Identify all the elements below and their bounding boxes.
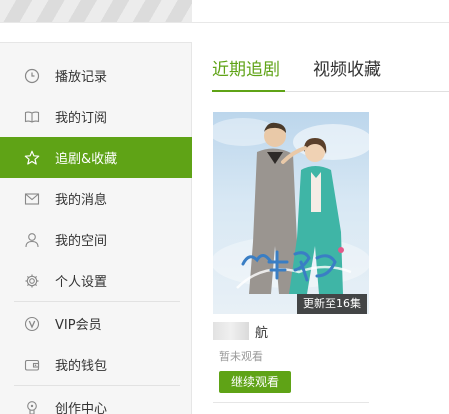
mail-icon bbox=[24, 191, 40, 207]
sidebar-item-label: 创作中心 bbox=[55, 402, 108, 414]
drama-poster[interactable]: 更新至16集 bbox=[213, 112, 369, 314]
wallet-icon bbox=[24, 357, 40, 373]
sidebar-divider bbox=[14, 385, 180, 386]
sidebar-top-border bbox=[0, 42, 192, 43]
sidebar-item-label: 播放记录 bbox=[55, 70, 108, 85]
watch-status: 暂未观看 bbox=[219, 350, 263, 363]
sidebar-item-label: VIP会员 bbox=[55, 318, 102, 333]
sidebar-item-wallet[interactable]: 我的钱包 bbox=[0, 344, 192, 385]
book-icon bbox=[24, 109, 40, 125]
sidebar-item-creator[interactable]: 创作中心 bbox=[0, 387, 192, 414]
star-icon bbox=[24, 150, 40, 166]
sidebar-item-history[interactable]: 播放记录 bbox=[0, 55, 192, 96]
poster-artwork bbox=[213, 118, 369, 294]
sidebar-item-vip[interactable]: VIP会员 bbox=[0, 303, 192, 344]
drama-title[interactable]: 航 bbox=[255, 322, 268, 341]
person-icon bbox=[24, 232, 40, 248]
sidebar-item-label: 我的消息 bbox=[55, 193, 108, 208]
update-badge: 更新至16集 bbox=[297, 294, 367, 314]
gear-icon bbox=[24, 273, 40, 289]
top-banner-decor bbox=[0, 0, 192, 22]
tab-recent-dramas[interactable]: 近期追剧 bbox=[212, 55, 280, 80]
sidebar-item-label: 我的空间 bbox=[55, 234, 108, 249]
sidebar-item-label: 我的订阅 bbox=[55, 111, 108, 126]
top-divider bbox=[0, 22, 449, 23]
sidebar-item-messages[interactable]: 我的消息 bbox=[0, 178, 192, 219]
sidebar-item-settings[interactable]: 个人设置 bbox=[0, 260, 192, 301]
sidebar-item-label: 追剧&收藏 bbox=[55, 152, 118, 167]
top-banner bbox=[0, 0, 449, 22]
sidebar-item-label: 个人设置 bbox=[55, 275, 108, 290]
sidebar-item-label: 我的钱包 bbox=[55, 359, 108, 374]
card-divider bbox=[213, 402, 369, 403]
drama-card: 更新至16集 航 暂未观看 继续观看 bbox=[213, 112, 369, 402]
sidebar-item-favorites[interactable]: 追剧&收藏 bbox=[0, 137, 192, 178]
sidebar: 播放记录 我的订阅 追剧&收藏 我的消息 我的空间 个人设置 VIP会员 我的钱… bbox=[0, 42, 192, 414]
clock-icon bbox=[24, 68, 40, 84]
active-tab-indicator bbox=[212, 90, 285, 92]
tab-bar-divider bbox=[285, 91, 449, 92]
blurred-title-prefix bbox=[213, 322, 249, 340]
continue-watching-button[interactable]: 继续观看 bbox=[219, 371, 291, 393]
sidebar-item-space[interactable]: 我的空间 bbox=[0, 219, 192, 260]
sidebar-item-subscriptions[interactable]: 我的订阅 bbox=[0, 96, 192, 137]
creator-icon bbox=[24, 400, 40, 414]
sidebar-divider bbox=[14, 301, 180, 302]
vip-icon bbox=[24, 316, 40, 332]
tab-video-favorites[interactable]: 视频收藏 bbox=[313, 55, 381, 80]
